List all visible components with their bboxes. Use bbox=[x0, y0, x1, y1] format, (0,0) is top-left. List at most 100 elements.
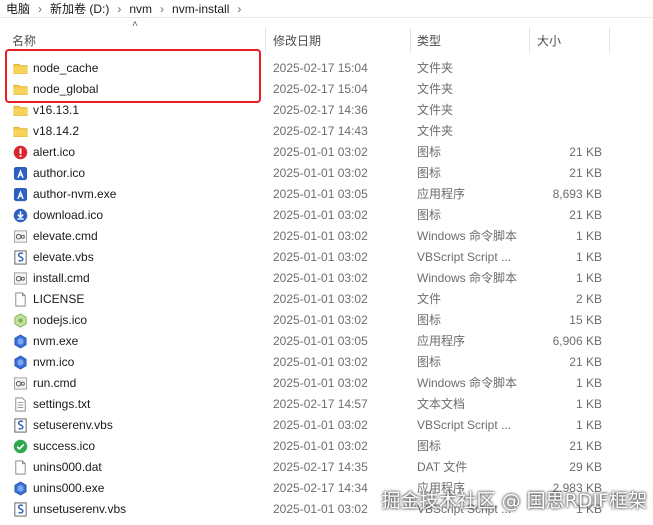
file-row[interactable]: download.ico 2025-01-01 03:02 图标 21 KB bbox=[0, 205, 653, 226]
file-row[interactable]: nvm.ico 2025-01-01 03:02 图标 21 KB bbox=[0, 352, 653, 373]
breadcrumb-item-nvm[interactable]: nvm bbox=[123, 2, 158, 16]
file-icon bbox=[13, 292, 28, 307]
column-divider[interactable] bbox=[529, 28, 530, 53]
file-size: 1 KB bbox=[575, 376, 602, 390]
file-date: 2025-01-01 03:05 bbox=[273, 187, 368, 201]
file-date: 2025-01-01 03:02 bbox=[273, 208, 368, 222]
breadcrumb: 电脑 › 新加卷 (D:) › nvm › nvm-install › bbox=[0, 0, 653, 18]
file-size: 1 KB bbox=[575, 229, 602, 243]
file-size: 6,906 KB bbox=[552, 334, 602, 348]
vbs-icon bbox=[13, 502, 28, 517]
file-row[interactable]: setuserenv.vbs 2025-01-01 03:02 VBScript S… bbox=[0, 415, 653, 436]
file-type: 图标 bbox=[417, 439, 442, 453]
file-size: 1 KB bbox=[575, 418, 602, 432]
file-name: v16.13.1 bbox=[33, 103, 80, 117]
cmd-icon bbox=[13, 229, 28, 244]
cmd-icon bbox=[13, 376, 28, 391]
file-row[interactable]: unins000.dat 2025-02-17 14:35 DAT 文件 29 KB bbox=[0, 457, 653, 478]
download-icon bbox=[13, 208, 28, 223]
author-icon bbox=[13, 187, 28, 202]
file-row[interactable]: success.ico 2025-01-01 03:02 图标 21 KB bbox=[0, 436, 653, 457]
file-type: 图标 bbox=[417, 313, 442, 327]
column-divider[interactable] bbox=[265, 28, 266, 53]
file-name: run.cmd bbox=[33, 376, 77, 390]
file-row[interactable]: v18.14.2 2025-02-17 14:43 文件夹 bbox=[0, 121, 653, 142]
file-row[interactable]: elevate.cmd 2025-01-01 03:02 Windows 命令脚本 1… bbox=[0, 226, 653, 247]
column-header-name[interactable]: 名称 bbox=[12, 32, 36, 50]
folder-icon bbox=[13, 103, 28, 118]
file-row[interactable]: settings.txt 2025-02-17 14:57 文本文档 1 KB bbox=[0, 394, 653, 415]
column-header-size[interactable]: 大小 bbox=[537, 32, 561, 50]
file-date: 2025-01-01 03:02 bbox=[273, 313, 368, 327]
file-type: VBScript Script ... bbox=[417, 250, 512, 264]
breadcrumb-chevron-icon[interactable]: › bbox=[158, 2, 166, 16]
file-list: node_cache 2025-02-17 15:04 文件夹 node_global… bbox=[0, 58, 653, 520]
vbs-icon bbox=[13, 418, 28, 433]
file-size: 21 KB bbox=[569, 439, 602, 453]
breadcrumb-item-drive[interactable]: 新加卷 (D:) bbox=[44, 0, 115, 17]
column-header-date[interactable]: 修改日期 bbox=[273, 32, 321, 50]
file-date: 2025-01-01 03:02 bbox=[273, 418, 368, 432]
file-size: 21 KB bbox=[569, 208, 602, 222]
column-header-type[interactable]: 类型 bbox=[417, 32, 441, 50]
file-size: 2 KB bbox=[575, 292, 602, 306]
breadcrumb-item-pc[interactable]: 电脑 bbox=[0, 0, 36, 17]
file-row[interactable]: install.cmd 2025-01-01 03:02 Windows 命令脚本 1… bbox=[0, 268, 653, 289]
vbs-icon bbox=[13, 250, 28, 265]
nvm-icon bbox=[13, 481, 28, 496]
file-row[interactable]: node_cache 2025-02-17 15:04 文件夹 bbox=[0, 58, 653, 79]
file-name: node_global bbox=[33, 82, 99, 96]
file-date: 2025-01-01 03:02 bbox=[273, 166, 368, 180]
file-name: unsetuserenv.vbs bbox=[33, 502, 127, 516]
breadcrumb-chevron-icon[interactable]: › bbox=[235, 2, 243, 16]
file-name: author.ico bbox=[33, 166, 86, 180]
file-type: 图标 bbox=[417, 208, 442, 222]
file-row[interactable]: author-nvm.exe 2025-01-01 03:05 应用程序 8,693 … bbox=[0, 184, 653, 205]
file-date: 2025-02-17 14:43 bbox=[273, 124, 368, 138]
file-row[interactable]: node_global 2025-02-17 15:04 文件夹 bbox=[0, 79, 653, 100]
file-type: 应用程序 bbox=[417, 187, 466, 201]
file-type: 文件夹 bbox=[417, 61, 454, 75]
file-name: elevate.cmd bbox=[33, 229, 98, 243]
nodejs-icon bbox=[13, 313, 28, 328]
file-row[interactable]: elevate.vbs 2025-01-01 03:02 VBScript Scri… bbox=[0, 247, 653, 268]
file-type: 图标 bbox=[417, 355, 442, 369]
column-divider[interactable] bbox=[410, 28, 411, 53]
file-name: author-nvm.exe bbox=[33, 187, 117, 201]
file-date: 2025-01-01 03:02 bbox=[273, 145, 368, 159]
file-size: 21 KB bbox=[569, 145, 602, 159]
breadcrumb-chevron-icon[interactable]: › bbox=[115, 2, 123, 16]
file-size: 21 KB bbox=[569, 355, 602, 369]
file-type: Windows 命令脚本 bbox=[417, 376, 518, 390]
file-date: 2025-01-01 03:05 bbox=[273, 334, 368, 348]
file-size: 8,693 KB bbox=[552, 187, 602, 201]
breadcrumb-chevron-icon[interactable]: › bbox=[36, 2, 44, 16]
file-row[interactable]: run.cmd 2025-01-01 03:02 Windows 命令脚本 1 KB bbox=[0, 373, 653, 394]
file-size: 15 KB bbox=[569, 313, 602, 327]
file-size: 21 KB bbox=[569, 166, 602, 180]
file-row[interactable]: v16.13.1 2025-02-17 14:36 文件夹 bbox=[0, 100, 653, 121]
file-name: LICENSE bbox=[33, 292, 85, 306]
file-row[interactable]: LICENSE 2025-01-01 03:02 文件 2 KB bbox=[0, 289, 653, 310]
breadcrumb-item-nvm-install[interactable]: nvm-install bbox=[166, 2, 235, 16]
file-type: 文件夹 bbox=[417, 82, 454, 96]
file-row[interactable]: nvm.exe 2025-01-01 03:05 应用程序 6,906 KB bbox=[0, 331, 653, 352]
file-size: 1 KB bbox=[575, 271, 602, 285]
file-date: 2025-02-17 15:04 bbox=[273, 61, 368, 75]
file-name: nvm.ico bbox=[33, 355, 75, 369]
file-name: settings.txt bbox=[33, 397, 91, 411]
file-name: download.ico bbox=[33, 208, 104, 222]
file-row[interactable]: author.ico 2025-01-01 03:02 图标 21 KB bbox=[0, 163, 653, 184]
file-name: elevate.vbs bbox=[33, 250, 94, 264]
file-type: 图标 bbox=[417, 145, 442, 159]
file-row[interactable]: nodejs.ico 2025-01-01 03:02 图标 15 KB bbox=[0, 310, 653, 331]
folder-icon bbox=[13, 61, 28, 76]
file-type: 文本文档 bbox=[417, 397, 466, 411]
file-date: 2025-02-17 14:36 bbox=[273, 103, 368, 117]
file-name: nvm.exe bbox=[33, 334, 79, 348]
file-row[interactable]: alert.ico 2025-01-01 03:02 图标 21 KB bbox=[0, 142, 653, 163]
column-divider[interactable] bbox=[609, 28, 610, 53]
file-name: setuserenv.vbs bbox=[33, 418, 113, 432]
file-name: nodejs.ico bbox=[33, 313, 88, 327]
file-type: 图标 bbox=[417, 166, 442, 180]
